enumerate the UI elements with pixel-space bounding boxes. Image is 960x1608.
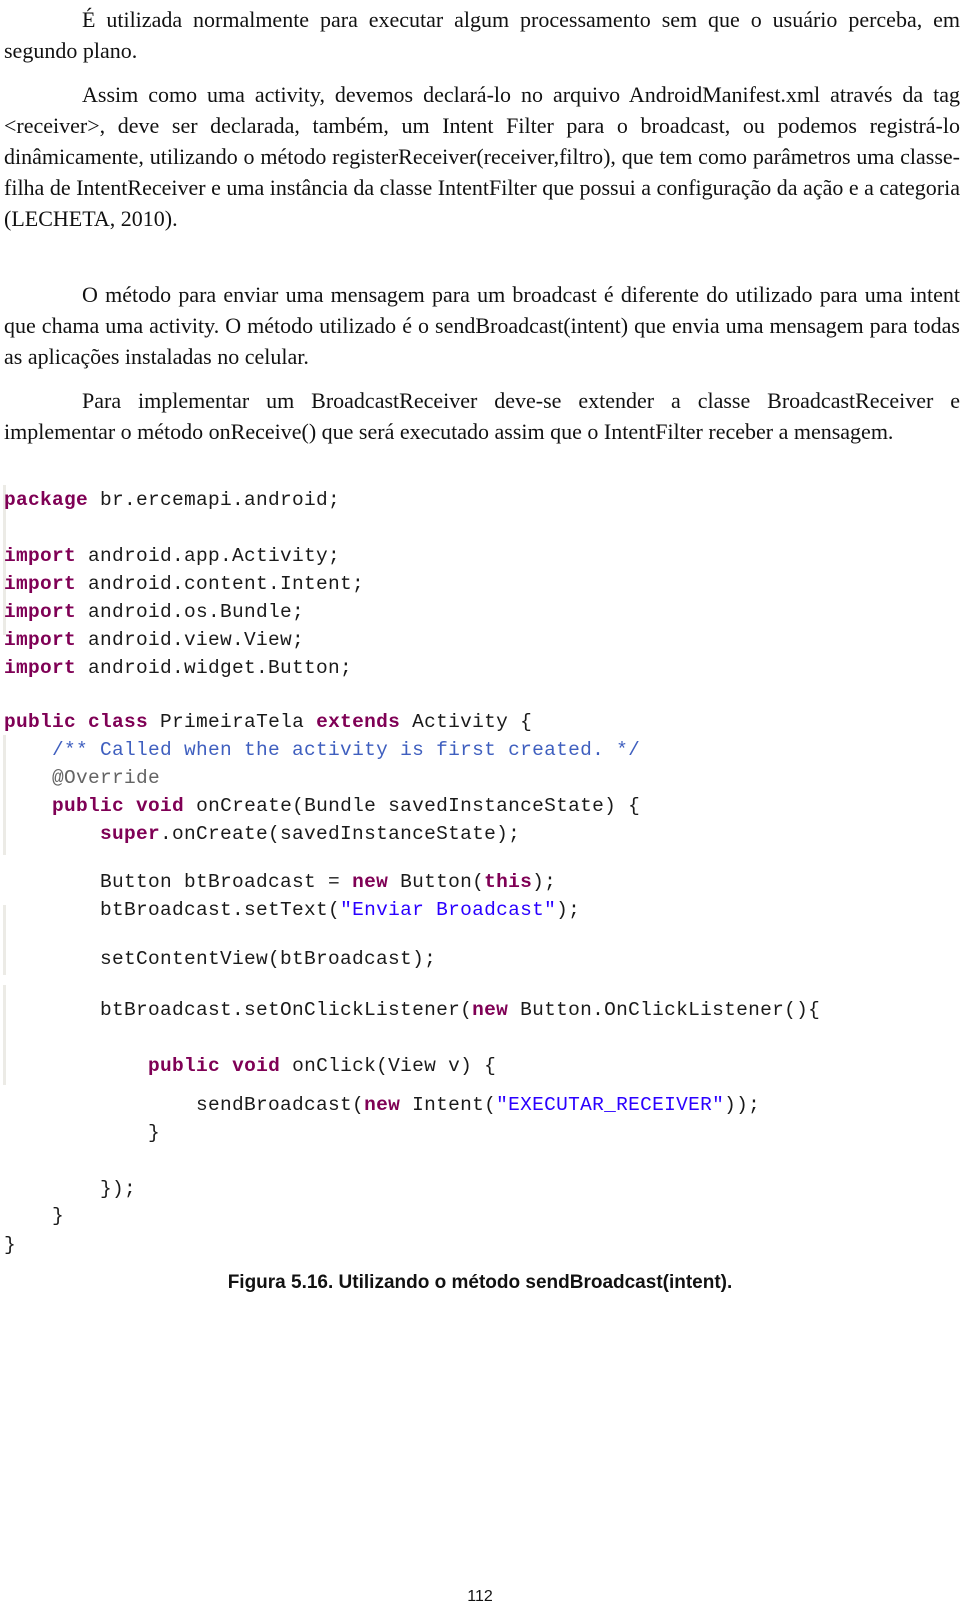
code-text: android.view.View; [76,629,305,651]
code-line: import android.app.Activity; [4,544,340,568]
code-keyword: public [52,795,125,817]
code-keyword: void [232,1055,281,1077]
code-line: import android.os.Bundle; [4,600,304,624]
code-keyword: import [4,601,77,623]
code-keyword: public [148,1055,221,1077]
code-keyword: super [100,823,161,845]
code-figure: package br.ercemapi.android; import andro… [0,485,940,1275]
code-keyword: class [88,711,149,733]
code-text: Activity { [400,711,533,733]
code-line: }); [4,1177,136,1201]
code-line: } [4,1233,16,1257]
code-text: android.app.Activity; [76,545,341,567]
paragraph-2: Assim como uma activity, devemos declará… [4,79,960,234]
code-comment: /** Called when the activity is first cr… [52,739,641,761]
code-text: } [4,1205,65,1227]
code-text: android.widget.Button; [76,657,353,679]
code-keyword: public [4,711,77,733]
code-line: import android.widget.Button; [4,656,352,680]
code-text: onClick(View v) { [280,1055,497,1077]
code-keyword: new [352,871,389,893]
code-keyword: new [472,999,509,1021]
paragraph-4-text: Para implementar um BroadcastReceiver de… [4,388,960,444]
code-text: .onCreate(savedInstanceState); [160,823,521,845]
code-text: Button( [388,871,485,893]
code-line: @Override [4,766,160,790]
code-text: Button.OnClickListener(){ [508,999,821,1021]
code-annotation: @Override [52,767,161,789]
code-text: setContentView(btBroadcast); [4,948,437,970]
code-line: public void onClick(View v) { [4,1054,496,1078]
code-line: public class PrimeiraTela extends Activi… [4,710,532,734]
code-line: package br.ercemapi.android; [4,488,340,512]
document-page: É utilizada normalmente para executar al… [0,0,960,1608]
code-keyword: import [4,545,77,567]
code-text: }); [4,1178,137,1200]
figure-caption: Figura 5.16. Utilizando o método sendBro… [227,1272,733,1293]
code-line: Button btBroadcast = new Button(this); [4,870,556,894]
paragraph-4: Para implementar um BroadcastReceiver de… [4,385,960,447]
code-line: setContentView(btBroadcast); [4,947,436,971]
page-number: 112 [467,1588,493,1605]
code-keyword: package [4,489,89,511]
code-text: sendBroadcast( [4,1094,365,1116]
code-line: } [4,1121,160,1145]
code-text: )); [724,1094,761,1116]
code-text: android.os.Bundle; [76,601,305,623]
paragraph-3: O método para enviar uma mensagem para u… [4,279,960,372]
code-text: btBroadcast.setText( [4,899,341,921]
code-keyword: import [4,629,77,651]
code-line: /** Called when the activity is first cr… [4,738,640,762]
code-string: "Enviar Broadcast" [340,899,557,921]
code-text: PrimeiraTela [148,711,317,733]
paragraph-3-text: O método para enviar uma mensagem para u… [4,282,960,369]
code-keyword: import [4,573,77,595]
code-line: btBroadcast.setOnClickListener(new Butto… [4,998,820,1022]
code-line: btBroadcast.setText("Enviar Broadcast"); [4,898,580,922]
code-text: onCreate(Bundle savedInstanceState) { [184,795,641,817]
code-text: ); [556,899,581,921]
code-keyword: this [484,871,533,893]
paragraph-1-text: É utilizada normalmente para executar al… [4,7,960,63]
code-text: ); [532,871,557,893]
code-keyword: new [364,1094,401,1116]
code-line: import android.view.View; [4,628,304,652]
code-keyword: import [4,657,77,679]
code-text: Button btBroadcast = [4,871,353,893]
code-text: Intent( [400,1094,497,1116]
code-line: import android.content.Intent; [4,572,364,596]
code-keyword: extends [316,711,401,733]
code-line: sendBroadcast(new Intent("EXECUTAR_RECEI… [4,1093,760,1117]
code-keyword: void [136,795,185,817]
code-text: } [4,1234,17,1256]
code-line: super.onCreate(savedInstanceState); [4,822,520,846]
code-text: android.content.Intent; [76,573,365,595]
code-text: br.ercemapi.android; [88,489,341,511]
code-text: btBroadcast.setOnClickListener( [4,999,473,1021]
code-line: public void onCreate(Bundle savedInstanc… [4,794,640,818]
code-line: } [4,1204,64,1228]
paragraph-2-text: Assim como uma activity, devemos declará… [4,82,960,231]
code-text: } [4,1122,161,1144]
code-string: "EXECUTAR_RECEIVER" [496,1094,725,1116]
paragraph-1: É utilizada normalmente para executar al… [4,4,960,66]
